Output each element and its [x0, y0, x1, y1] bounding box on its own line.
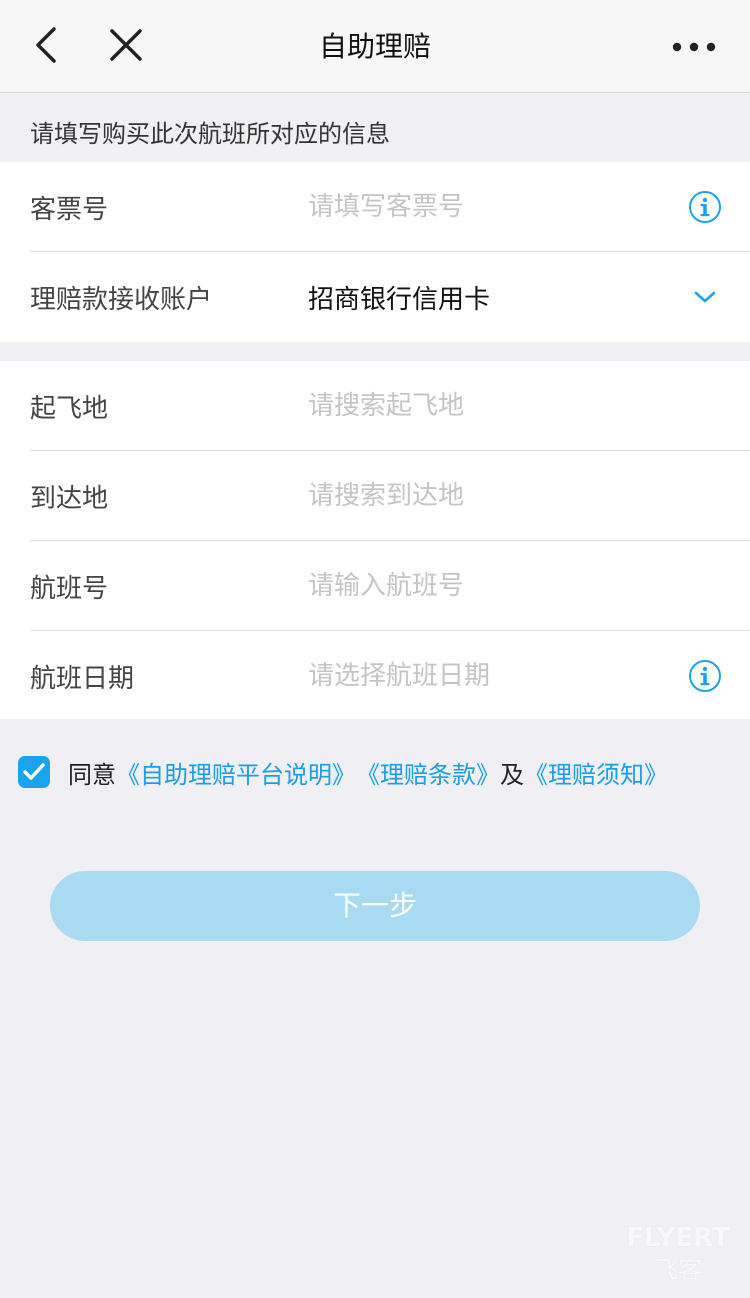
watermark-brand: FLYERT [626, 1223, 730, 1253]
section-hint: 请填写购买此次航班所对应的信息 [30, 120, 390, 148]
claim-notice-link[interactable]: 《理赔须知》 [524, 755, 668, 790]
chevron-down-icon[interactable] [688, 280, 722, 314]
agreement-checkbox[interactable] [18, 756, 50, 788]
watermark-brand-cn: 飞客 [654, 1256, 702, 1284]
flight-date-label: 航班日期 [30, 663, 135, 694]
agreement-prefix: 同意 [68, 760, 116, 789]
agreement-row: 同意 《自助理赔平台说明》 《理赔条款》 及 《理赔须知》 [18, 752, 738, 792]
arrival-input[interactable] [308, 481, 668, 511]
ticket-info-group: 客票号 理赔款接收账户 招商银行信用卡 [0, 162, 750, 342]
nav-bar: 自助理赔 [0, 0, 750, 93]
chevron-left-icon [32, 25, 60, 69]
info-icon[interactable] [688, 659, 722, 693]
departure-input[interactable] [308, 391, 668, 421]
departure-row: 起飞地 [0, 361, 750, 451]
flight-number-label: 航班号 [30, 573, 109, 604]
account-row[interactable]: 理赔款接收账户 招商银行信用卡 [0, 252, 750, 342]
claim-clause-link[interactable]: 《理赔条款》 [356, 755, 500, 790]
next-step-button[interactable]: 下一步 [50, 871, 700, 941]
arrival-label: 到达地 [30, 483, 109, 514]
ticket-number-input[interactable] [308, 192, 668, 222]
more-dots-icon [672, 37, 716, 56]
flight-date-input[interactable] [308, 661, 668, 691]
account-select-value[interactable]: 招商银行信用卡 [308, 279, 668, 316]
platform-terms-link[interactable]: 《自助理赔平台说明》 [116, 755, 356, 790]
flight-number-input[interactable] [308, 571, 668, 601]
back-button[interactable] [22, 0, 70, 93]
flight-info-group: 起飞地 到达地 航班号 航班日期 [0, 361, 750, 719]
checkmark-icon [23, 763, 45, 780]
departure-label: 起飞地 [30, 393, 109, 424]
close-icon [109, 28, 143, 66]
account-label: 理赔款接收账户 [30, 284, 213, 315]
watermark-logo: FLYERT 飞客 [616, 1222, 740, 1288]
more-button[interactable] [664, 0, 724, 93]
agreement-conjunction: 及 [500, 760, 524, 789]
ticket-number-label: 客票号 [30, 194, 109, 225]
info-icon[interactable] [688, 190, 722, 224]
flight-date-row: 航班日期 [0, 631, 750, 721]
flight-number-row: 航班号 [0, 541, 750, 631]
arrival-row: 到达地 [0, 451, 750, 541]
close-button[interactable] [102, 0, 150, 93]
ticket-number-row: 客票号 [0, 162, 750, 252]
